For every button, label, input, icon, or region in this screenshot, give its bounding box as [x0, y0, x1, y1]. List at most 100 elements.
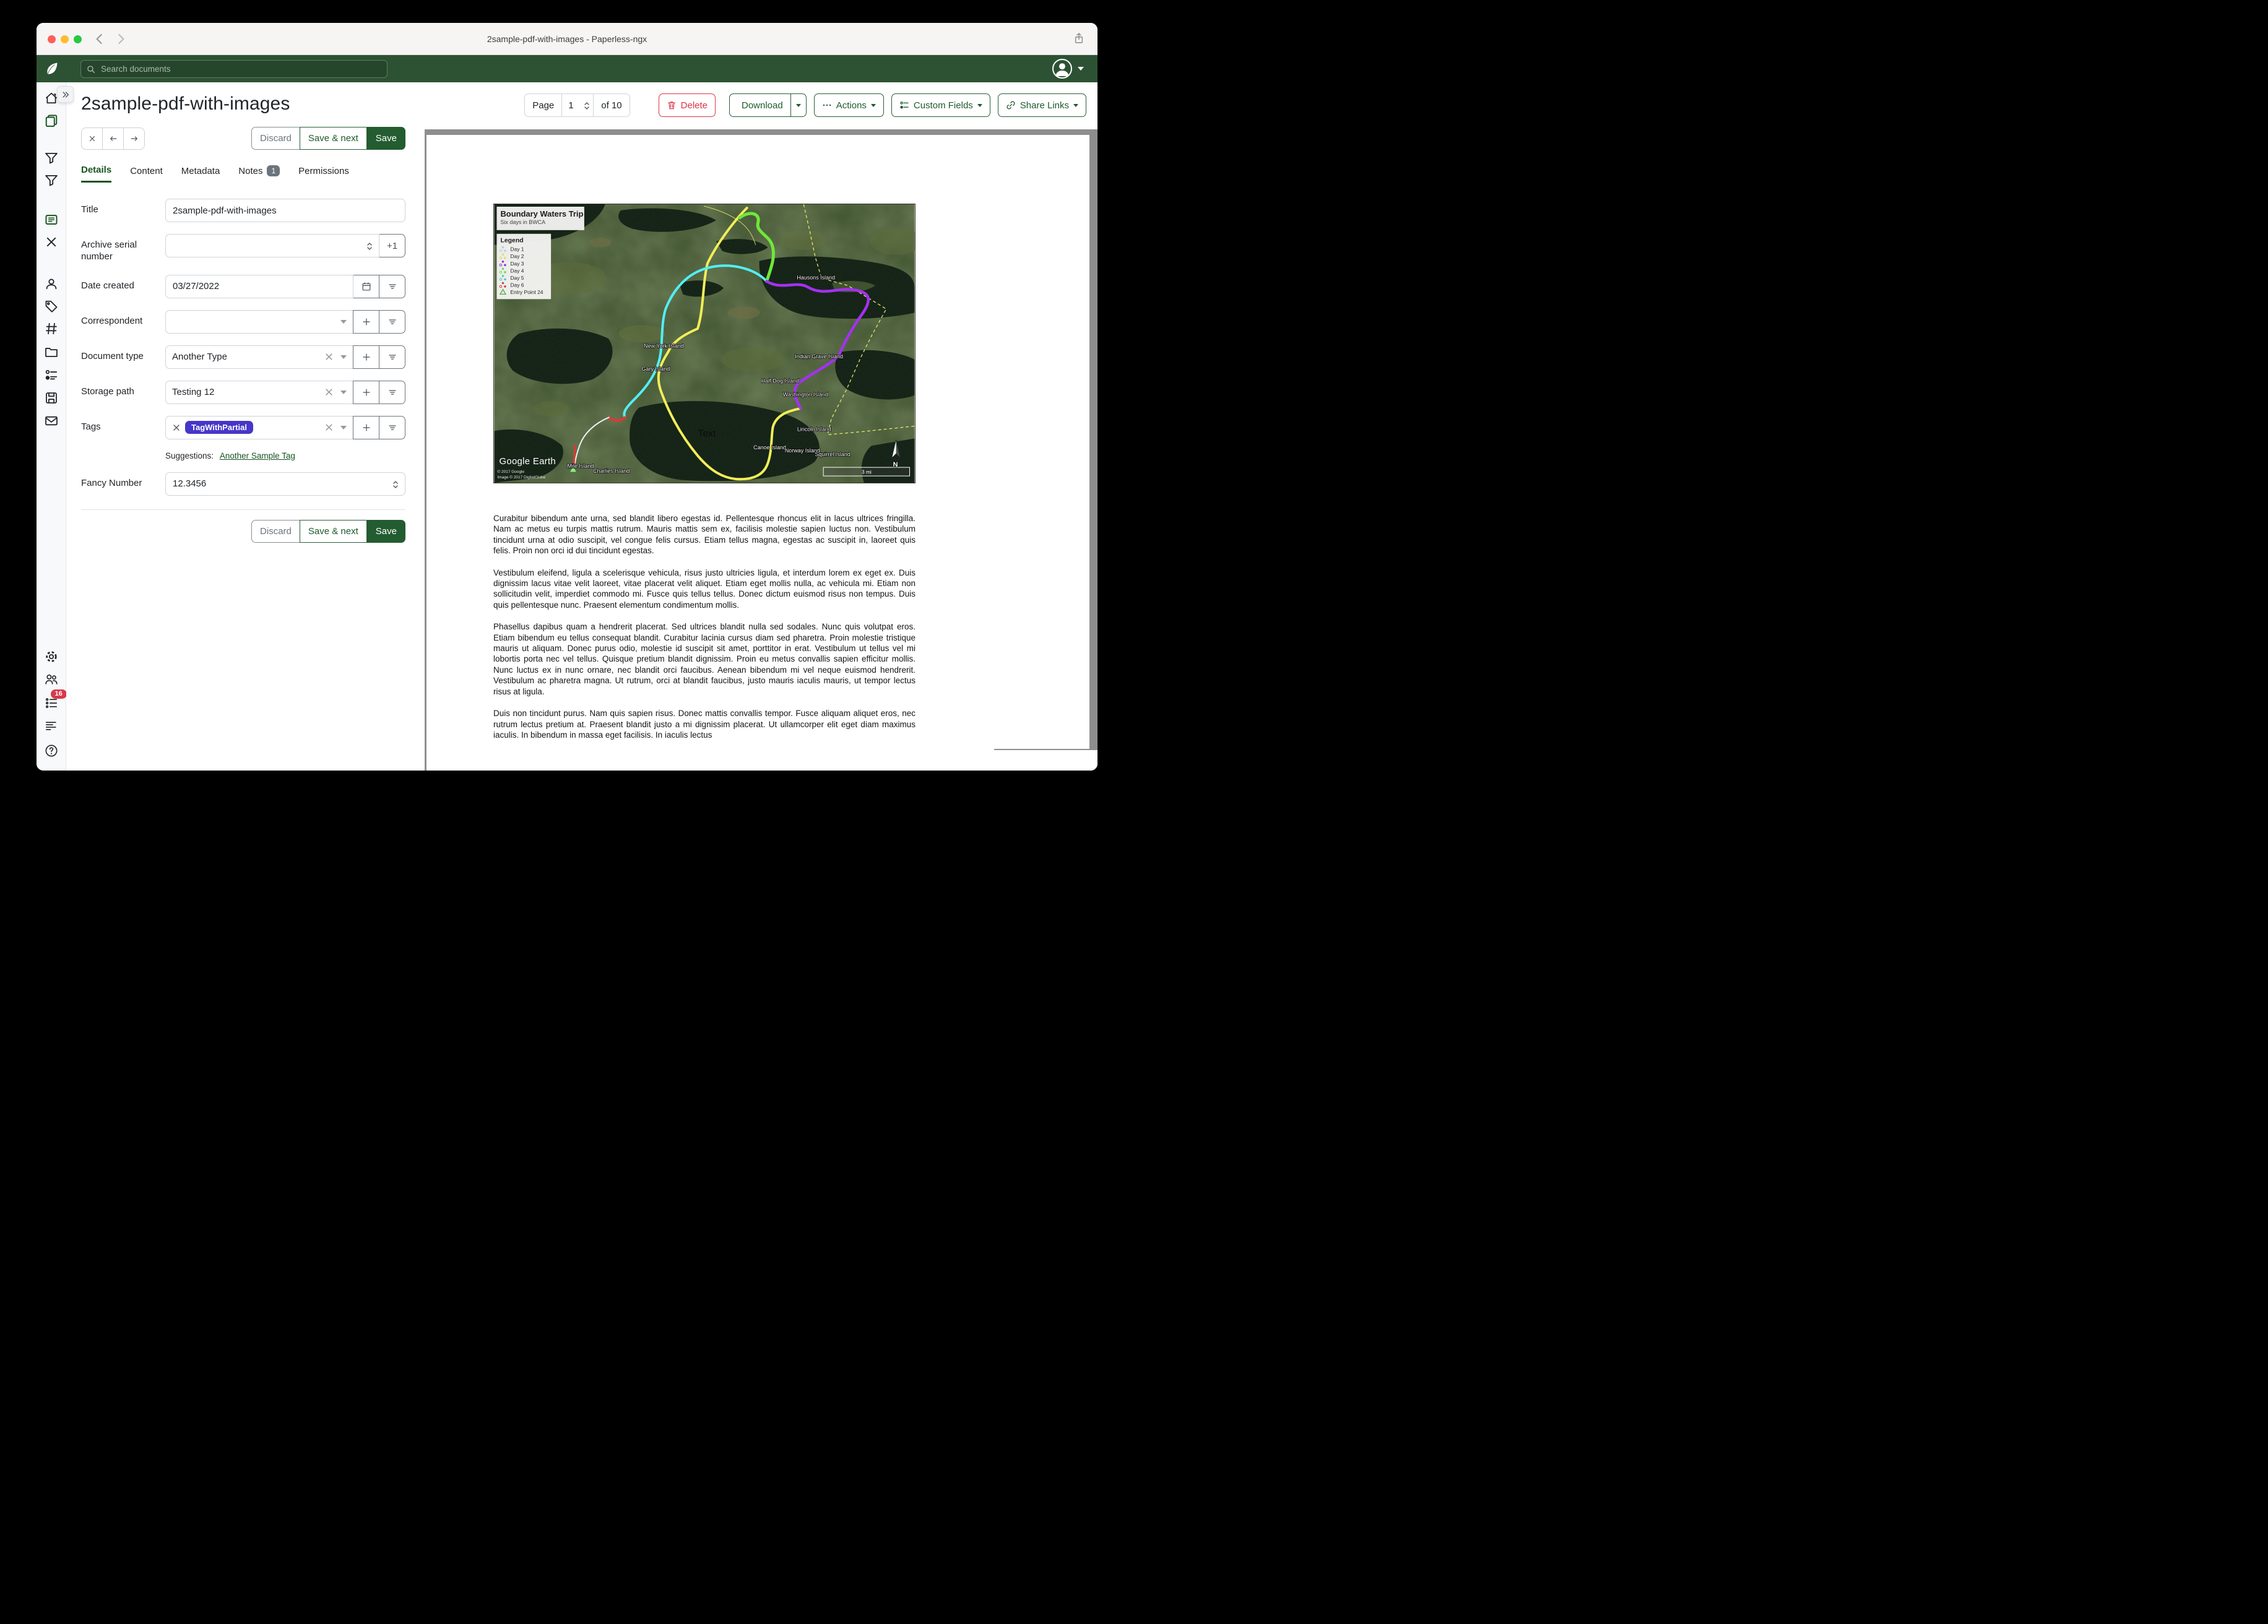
download-dropdown-button[interactable] — [791, 93, 807, 117]
sidebar-item-close-all-icon[interactable] — [45, 235, 58, 249]
map-island-label: Gary Island — [641, 366, 670, 372]
select-caret-icon — [340, 355, 347, 359]
pdf-paragraph: Phasellus dapibus quam a hendrerit place… — [493, 621, 915, 697]
asn-input[interactable] — [166, 241, 379, 251]
delete-label: Delete — [681, 100, 708, 111]
correspondent-select[interactable] — [165, 310, 353, 334]
tab-notes-label: Notes — [238, 166, 262, 176]
add-correspondent-button[interactable] — [353, 310, 379, 334]
tab-content-label: Content — [130, 166, 163, 176]
search-input[interactable] — [100, 64, 381, 74]
discard-button-bottom[interactable]: Discard — [251, 520, 300, 543]
user-menu[interactable] — [1052, 58, 1084, 79]
previous-document-button[interactable] — [102, 127, 124, 150]
field-tags-label: Tags — [81, 416, 165, 439]
sidebar-item-logs[interactable] — [45, 719, 58, 733]
storage-path-filter-button[interactable] — [379, 381, 405, 404]
pdf-paragraph: Vestibulum eleifend, ligula a scelerisqu… — [493, 568, 915, 611]
page-spinner-icon[interactable] — [584, 101, 590, 110]
sidebar-item-storage-paths[interactable] — [45, 345, 58, 359]
add-document-type-button[interactable] — [353, 345, 379, 369]
field-tags: Tags TagWithPartial — [81, 416, 405, 439]
sidebar-item-tags[interactable] — [45, 300, 58, 313]
asn-spinner-icon[interactable] — [366, 241, 373, 250]
fancy-number-input[interactable] — [166, 478, 405, 489]
tags-select[interactable]: TagWithPartial — [165, 416, 353, 439]
filter-icon — [387, 282, 397, 292]
sidebar-item-open-document[interactable] — [45, 213, 58, 227]
field-title: Title — [81, 199, 405, 222]
clear-icon[interactable] — [325, 423, 333, 431]
sidebar-item-documentation[interactable] — [45, 744, 58, 758]
sidebar-item-documents[interactable] — [45, 114, 58, 127]
search-bar — [80, 60, 387, 78]
save-and-next-button[interactable]: Save & next — [300, 127, 367, 150]
tab-metadata[interactable]: Metadata — [181, 165, 220, 183]
tab-permissions[interactable]: Permissions — [298, 165, 349, 183]
tab-details-label: Details — [81, 165, 111, 175]
map-north-label: N — [893, 461, 898, 469]
discard-button[interactable]: Discard — [251, 127, 300, 150]
add-storage-path-button[interactable] — [353, 381, 379, 404]
close-document-button[interactable] — [81, 127, 103, 150]
share-icon[interactable] — [1073, 32, 1085, 45]
sidebar-item-dashboard[interactable] — [45, 92, 58, 105]
actions-button[interactable]: Actions — [814, 93, 884, 117]
storage-path-select[interactable]: Testing 12 — [165, 381, 353, 404]
page-total-label: of 10 — [593, 93, 630, 117]
sidebar-item-mail[interactable] — [45, 414, 58, 428]
title-input[interactable] — [166, 205, 405, 216]
document-edit-panel: 2sample-pdf-with-images Discard Save & n… — [81, 93, 405, 543]
pdf-scrollbar[interactable] — [1089, 129, 1097, 749]
svg-text:Day 3: Day 3 — [510, 261, 524, 267]
tab-content[interactable]: Content — [130, 165, 163, 183]
tab-metadata-label: Metadata — [181, 166, 220, 176]
sidebar-item-document-types[interactable] — [45, 322, 58, 335]
chevron-double-right-icon — [61, 90, 70, 99]
save-button-bottom[interactable]: Save — [367, 520, 405, 543]
trash-icon — [667, 100, 677, 110]
map-text-annotation: Text — [698, 428, 716, 439]
calendar-button[interactable] — [353, 275, 379, 298]
date-created-input[interactable] — [166, 281, 353, 292]
sidebar-item-custom-fields[interactable] — [45, 368, 58, 382]
fancy-number-spinner-icon[interactable] — [392, 480, 399, 488]
svg-text:Day 1: Day 1 — [510, 246, 524, 253]
custom-fields-button[interactable]: Custom Fields — [891, 93, 990, 117]
asn-next-button[interactable]: +1 — [379, 234, 405, 257]
map-island-label: Half Dog Island — [761, 378, 799, 384]
sidebar-item-users-groups[interactable] — [45, 673, 58, 686]
correspondent-filter-button[interactable] — [379, 310, 405, 334]
sidebar-expand-button[interactable] — [57, 86, 74, 103]
sidebar-item-saved-view-1[interactable] — [45, 151, 58, 165]
delete-button[interactable]: Delete — [659, 93, 716, 117]
sidebar-item-saved-view-2[interactable] — [45, 173, 58, 187]
share-links-button[interactable]: Share Links — [998, 93, 1086, 117]
next-document-button[interactable] — [123, 127, 145, 150]
macos-titlebar: 2sample-pdf-with-images - Paperless-ngx — [37, 23, 1097, 55]
clear-icon[interactable] — [325, 353, 333, 361]
document-type-filter-button[interactable] — [379, 345, 405, 369]
suggested-tag-link[interactable]: Another Sample Tag — [220, 451, 295, 460]
map-scale-label: 3 mi — [862, 469, 872, 475]
sidebar-item-tasks[interactable]: 16 — [45, 696, 58, 710]
sidebar-item-settings[interactable] — [45, 650, 58, 663]
date-filter-button[interactable] — [379, 275, 405, 298]
sidebar-item-correspondents[interactable] — [45, 277, 58, 291]
download-button[interactable]: Download — [729, 93, 791, 117]
tag-pill[interactable]: TagWithPartial — [185, 421, 253, 434]
save-button[interactable]: Save — [367, 127, 405, 150]
save-and-next-button-bottom[interactable]: Save & next — [300, 520, 367, 543]
field-storage-path-label: Storage path — [81, 381, 165, 404]
tab-details[interactable]: Details — [81, 165, 111, 183]
add-tag-button[interactable] — [353, 416, 379, 439]
map-island-label: Squirrel Island — [815, 451, 850, 457]
tab-notes[interactable]: Notes1 — [238, 165, 280, 183]
document-type-select[interactable]: Another Type — [165, 345, 353, 369]
clear-icon[interactable] — [325, 388, 333, 396]
window-title: 2sample-pdf-with-images - Paperless-ngx — [37, 23, 1097, 55]
tags-filter-button[interactable] — [379, 416, 405, 439]
map-image: New York IslandGary IslandHausons Island… — [493, 204, 915, 483]
sidebar-item-workflows[interactable] — [45, 391, 58, 405]
remove-tag-icon[interactable] — [173, 424, 180, 431]
